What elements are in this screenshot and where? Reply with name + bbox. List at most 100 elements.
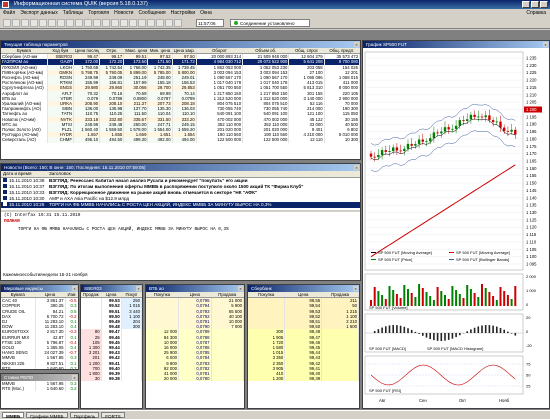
news-icon[interactable] xyxy=(111,19,119,27)
trades-icon[interactable] xyxy=(93,19,101,27)
quotes-window: Текущая таблица параметров × Бумага Код бу… xyxy=(0,40,361,160)
news-item[interactable]: 15.11.2010 10:26 ТОРГИ НА ФБ ММВБ НАЧАЛИС… xyxy=(1,202,360,208)
order-book-window: SBER03 × Продаж Цена Покуп 99.53 250 99.52 1 0… xyxy=(80,284,143,409)
print-icon[interactable] xyxy=(30,19,38,27)
macd-histogram-bar xyxy=(499,328,502,333)
price-tick-label: 1 230 xyxy=(526,63,537,68)
connection-status: Соединение установлено xyxy=(230,19,310,27)
trades-col-header[interactable]: Продаж xyxy=(81,292,102,299)
volume-bar xyxy=(429,296,432,306)
price-tick-label: 1 205 xyxy=(526,100,537,105)
close-icon[interactable]: × xyxy=(354,165,359,170)
close-icon[interactable]: × xyxy=(72,286,77,291)
candle-body xyxy=(417,139,421,144)
volume-bar xyxy=(407,289,409,306)
status-tab[interactable]: Графики ММВБ xyxy=(26,412,68,419)
candle-body xyxy=(369,153,373,157)
news-detail-body: ТОРГИ НА ФБ ММВБ НАЧАЛИСЬ С РОСТА ЦЕН АК… xyxy=(18,227,229,232)
menu-item-1[interactable]: Экспорт данных xyxy=(20,9,58,18)
volume-tick-label: 1 000 xyxy=(526,288,537,293)
price-tick-label: 1 215 xyxy=(526,85,537,90)
close-button[interactable] xyxy=(540,1,548,8)
close-icon[interactable]: × xyxy=(72,375,77,380)
close-icon[interactable]: × xyxy=(136,286,141,291)
chart-icon[interactable] xyxy=(75,19,83,27)
close-icon[interactable]: × xyxy=(354,42,359,47)
menu-item-3[interactable]: Торговля xyxy=(88,9,109,18)
menu-item-7[interactable]: Окна xyxy=(200,9,212,18)
portfolio-icon[interactable] xyxy=(102,19,110,27)
ticker-row[interactable]: RTS (Мос.) 1 640.60 0.2 xyxy=(1,386,78,392)
order-book-sber-table: Покупка Цена Продажа 99,55 211 99,54 50 99,53 1… xyxy=(248,292,359,382)
world-row[interactable]: RTS 1 640.60 0.2 xyxy=(1,365,78,369)
macd-histogram-bar xyxy=(381,327,383,333)
quotes-col-header[interactable]: Мин. цена xyxy=(147,48,173,55)
quotes-window-title: Текущая таблица параметров × xyxy=(1,41,360,48)
cut-icon[interactable] xyxy=(39,19,47,27)
price-tick-label: 1 115 xyxy=(526,232,537,237)
lock-icon[interactable] xyxy=(147,19,155,27)
repo-window-title: Ставки РЕПО × xyxy=(1,374,78,381)
candle-body xyxy=(458,120,461,126)
orders-icon[interactable] xyxy=(84,19,92,27)
candle-body xyxy=(403,148,406,151)
chart-window: График SP500 FUT × 1 235 1 230 1 225 1 220 1 … xyxy=(362,40,550,409)
menu-item-6[interactable]: Настройки xyxy=(171,9,196,18)
macd-histogram-bar xyxy=(396,325,398,333)
filter-icon[interactable] xyxy=(174,19,182,27)
close-icon[interactable]: × xyxy=(543,42,548,47)
status-tab[interactable]: FORTS xyxy=(101,412,125,419)
close-icon[interactable]: × xyxy=(238,286,243,291)
news-col-headline[interactable]: Заголовок xyxy=(47,171,360,177)
paste-icon[interactable] xyxy=(57,19,65,27)
quotes-col-header[interactable]: Цена послед xyxy=(73,48,101,55)
volume-bar xyxy=(495,300,498,306)
news-bullet-icon xyxy=(3,184,7,188)
close-icon[interactable]: × xyxy=(353,286,358,291)
open-icon[interactable] xyxy=(12,19,20,27)
menu-item-2[interactable]: Таблицы xyxy=(63,9,83,18)
macd-tick-label: -20 xyxy=(526,343,533,348)
world-indices-title: Мировые индексы × xyxy=(1,285,78,292)
quotes-row[interactable]: Северсталь (АО) CHMF 495.10 494.50 499.30 492… xyxy=(1,137,360,143)
quotes-col-header[interactable]: Общ. предл. xyxy=(324,48,360,55)
quotes-cell: 122 500 000 xyxy=(196,137,244,143)
price-tick-label: 1 170 xyxy=(526,151,537,156)
refresh-icon[interactable] xyxy=(156,19,164,27)
copy-icon[interactable] xyxy=(48,19,56,27)
menu-item-5[interactable]: Сообщения xyxy=(138,9,165,18)
table-icon[interactable] xyxy=(66,19,74,27)
settings-icon[interactable] xyxy=(120,19,128,27)
status-tab[interactable]: ММВБ xyxy=(2,412,25,419)
menu-help[interactable]: Справка xyxy=(526,9,546,18)
macd-histogram-bar xyxy=(388,325,391,333)
price-tick-label: 1 220 xyxy=(526,78,537,83)
minimize-button[interactable] xyxy=(522,1,530,8)
glass1-row[interactable]: 20 000 0,0780 xyxy=(146,376,244,382)
save-icon[interactable] xyxy=(21,19,29,27)
maximize-button[interactable] xyxy=(531,1,539,8)
new-icon[interactable] xyxy=(3,19,11,27)
status-tab[interactable]: Портфель xyxy=(69,412,100,419)
volume-bar xyxy=(492,296,495,306)
macd-histogram-bar xyxy=(444,333,446,341)
menu-item-4[interactable]: Новости xyxy=(114,9,133,18)
quotes-col-header[interactable]: Макс. цена xyxy=(123,48,149,55)
order-book-vtb-table: Покупка Цена Продажа 0,0795 21 000 0,0794 5 9… xyxy=(146,292,244,382)
quotes-col-header[interactable]: Цена закр. xyxy=(172,48,197,55)
repo-window: Ставки РЕПО × MMVB 1 567.95 0.3 RTS (Мос.) 1 … xyxy=(0,373,79,409)
order-book-vtb-title-text: ВТБ ао xyxy=(149,286,164,291)
trades-row[interactable]: 30 99.38 xyxy=(81,376,142,382)
export-icon[interactable] xyxy=(165,19,173,27)
menu-item-0[interactable]: Файл xyxy=(3,9,15,18)
sound-icon[interactable] xyxy=(138,19,146,27)
help-icon[interactable] xyxy=(129,19,137,27)
macd-histogram-bar xyxy=(496,326,498,333)
candle-body xyxy=(399,150,402,152)
candle-body xyxy=(436,132,439,134)
glass2-row[interactable]: 1 200 99,39 xyxy=(248,376,359,382)
price-chart[interactable]: 1 235 1 230 1 225 1 220 1 215 1 210 1 205 1 200… xyxy=(363,48,550,409)
clock-display: 11:57:06 xyxy=(196,19,224,27)
news-col-date[interactable]: Дата и время xyxy=(1,171,47,177)
candle-body xyxy=(506,130,510,132)
